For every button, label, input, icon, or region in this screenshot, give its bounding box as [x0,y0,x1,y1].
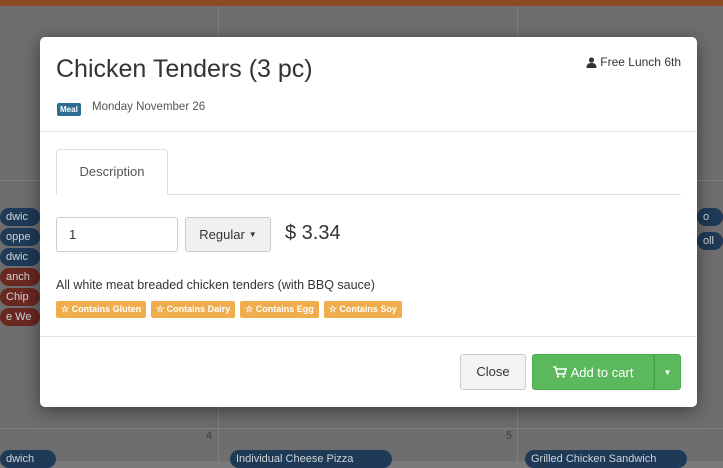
bg-menu-item: Grilled Chicken Sandwich [525,450,687,468]
bg-menu-item: e We [0,308,40,326]
quantity-input[interactable] [56,217,178,252]
allergen-badge: ☆ Contains Soy [323,301,402,318]
tab-bar: Description [56,149,681,195]
allergen-badge: ☆ Contains Dairy [151,301,236,318]
allergen-badge: ☆ Contains Gluten [56,301,147,318]
user-label: Free Lunch 6th [586,55,681,69]
close-button[interactable]: Close [460,354,526,390]
bg-menu-item: oppe [0,228,40,246]
size-label: Regular [199,227,245,242]
caret-down-icon: ▼ [248,230,257,239]
bg-menu-item: dwic [0,248,40,266]
modal-header: Chicken Tenders (3 pc) Free Lunch 6th Me… [40,37,697,132]
user-icon [586,56,597,68]
calendar-row-divider [0,428,723,429]
add-to-cart-button[interactable]: Add to cart [532,354,654,390]
bg-menu-item: dwich [0,450,56,468]
bg-day-number: 4 [206,430,213,442]
bg-menu-item: o [697,208,723,226]
bg-menu-item: oll [697,232,723,250]
bg-menu-item: Chip [0,288,40,306]
product-title: Chicken Tenders (3 pc) [56,55,313,83]
price: $ 3.34 [285,222,341,244]
bg-day-number: 5 [506,430,513,442]
meal-badge: Meal [57,103,81,116]
bg-menu-item: Individual Cheese Pizza [230,450,392,468]
product-modal: Chicken Tenders (3 pc) Free Lunch 6th Me… [40,37,697,407]
modal-footer: Close Add to cart ▼ [40,336,697,408]
add-to-cart-options-toggle[interactable]: ▼ [654,354,681,390]
size-dropdown[interactable]: Regular ▼ [185,217,271,252]
product-description: All white meat breaded chicken tenders (… [56,278,375,292]
allergen-list: ☆ Contains Gluten ☆ Contains Dairy ☆ Con… [56,301,402,318]
meal-date: Monday November 26 [92,101,206,113]
bg-menu-item: dwic [0,208,40,226]
bg-menu-item: anch [0,268,40,286]
add-to-cart-label: Add to cart [570,364,634,380]
user-name: Free Lunch 6th [600,55,681,69]
caret-down-icon: ▼ [663,367,672,377]
tab-description[interactable]: Description [56,149,168,195]
cart-icon [552,366,567,378]
allergen-badge: ☆ Contains Egg [240,301,319,318]
